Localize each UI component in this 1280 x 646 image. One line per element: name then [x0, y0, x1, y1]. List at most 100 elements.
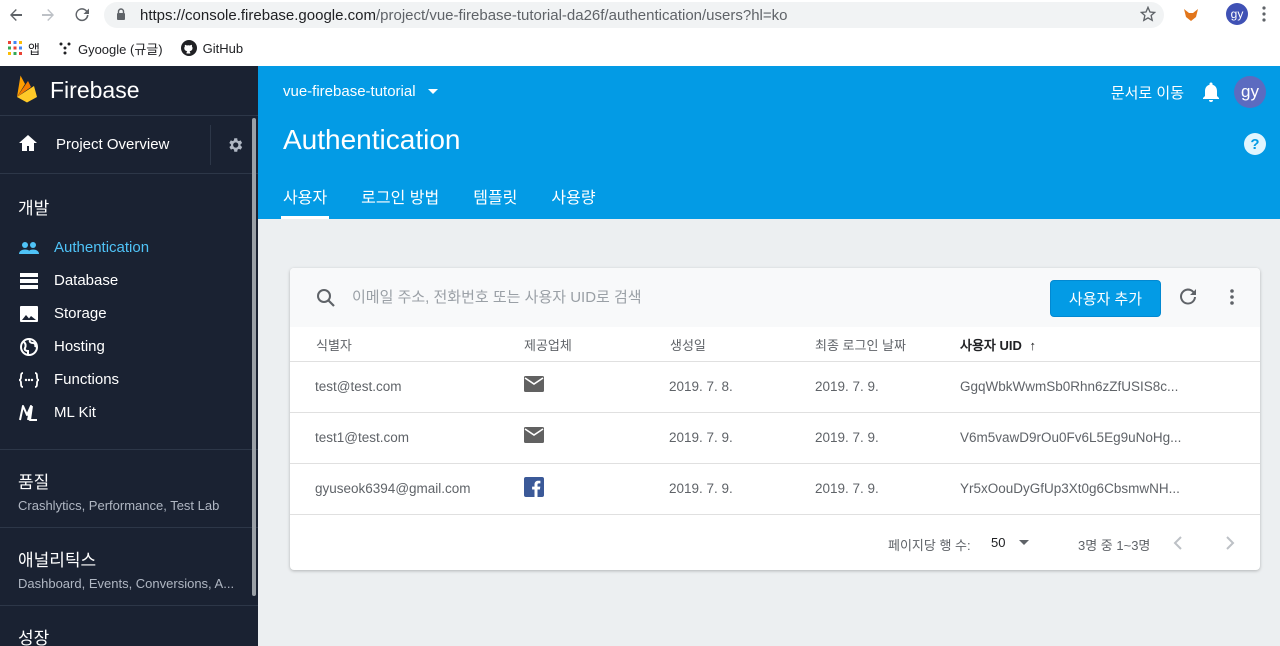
- notifications-bell-icon[interactable]: [1202, 82, 1220, 102]
- column-created[interactable]: 생성일: [670, 335, 706, 354]
- project-selector[interactable]: vue-firebase-tutorial: [283, 83, 438, 100]
- globe-icon: [18, 337, 40, 356]
- sort-arrow-up-icon: ↑: [1029, 337, 1037, 353]
- project-overview-label: Project Overview: [56, 136, 170, 153]
- group-subtitle: Dashboard, Events, Conversions, A...: [18, 576, 235, 591]
- user-last-login: 2019. 7. 9.: [815, 379, 879, 394]
- user-identifier: test@test.com: [315, 379, 402, 394]
- header-actions: 문서로 이동 gy: [1111, 76, 1266, 108]
- user-uid: Yr5xOouDyGfUp3Xt0g6CbsmwNH...: [960, 481, 1180, 496]
- account-avatar[interactable]: gy: [1234, 76, 1266, 108]
- table-row[interactable]: test@test.com 2019. 7. 8. 2019. 7. 9. Gg…: [290, 362, 1260, 413]
- tab-templates[interactable]: 템플릿: [473, 184, 517, 219]
- firebase-brand[interactable]: Firebase: [0, 66, 258, 116]
- help-icon[interactable]: ?: [1244, 133, 1266, 155]
- column-user-uid[interactable]: 사용자 UID ↑: [960, 335, 1036, 354]
- tab-usage[interactable]: 사용량: [551, 184, 595, 219]
- group-title: 품질: [18, 473, 50, 492]
- refresh-icon[interactable]: [1178, 287, 1198, 312]
- table-row[interactable]: gyuseok6394@gmail.com 2019. 7. 9. 2019. …: [290, 464, 1260, 515]
- bookmark-label: GitHub: [202, 40, 244, 56]
- column-last-login[interactable]: 최종 로그인 날짜: [815, 335, 906, 354]
- group-title: 성장: [18, 629, 50, 646]
- sidebar-item-label: Database: [54, 272, 119, 289]
- sidebar-scrollbar[interactable]: [252, 118, 256, 596]
- settings-gear-icon[interactable]: [210, 124, 258, 165]
- forward-icon[interactable]: [36, 3, 60, 27]
- bookmark-gyoogle[interactable]: Gyoogle (규글): [58, 39, 163, 58]
- more-vert-icon[interactable]: [1222, 287, 1242, 312]
- docs-link[interactable]: 문서로 이동: [1111, 82, 1184, 103]
- sidebar-item-authentication[interactable]: Authentication: [0, 231, 258, 264]
- bookmark-github[interactable]: GitHub: [180, 40, 244, 56]
- section-develop: 개발: [18, 199, 50, 218]
- column-identifier[interactable]: 식별자: [316, 335, 352, 354]
- apps-grid-icon: [8, 41, 22, 55]
- brand-name: Firebase: [50, 77, 140, 103]
- project-overview[interactable]: Project Overview: [0, 116, 258, 174]
- reload-icon[interactable]: [70, 3, 94, 27]
- back-icon[interactable]: [4, 3, 28, 27]
- group-subtitle: Crashlytics, Performance, Test Lab: [18, 498, 220, 513]
- user-last-login: 2019. 7. 9.: [815, 430, 879, 445]
- search-icon: [316, 288, 336, 313]
- facebook-provider-icon: [524, 477, 544, 500]
- functions-icon: [18, 371, 40, 388]
- bookmark-apps[interactable]: 앱: [8, 39, 40, 58]
- table-row[interactable]: test1@test.com 2019. 7. 9. 2019. 7. 9. V…: [290, 413, 1260, 464]
- user-last-login: 2019. 7. 9.: [815, 481, 879, 496]
- sidebar-item-hosting[interactable]: Hosting: [0, 330, 258, 363]
- url-host: https://console.firebase.google.com: [140, 6, 376, 24]
- email-provider-icon: [524, 376, 544, 395]
- sidebar-item-database[interactable]: Database: [0, 264, 258, 297]
- group-title: 애널리틱스: [18, 551, 97, 570]
- browser-menu-icon[interactable]: [1262, 6, 1266, 27]
- chevron-right-icon[interactable]: [1224, 533, 1236, 556]
- sidebar-group-grow[interactable]: 성장: [0, 605, 258, 646]
- chevron-left-icon[interactable]: [1172, 533, 1184, 556]
- ml-kit-icon: [18, 404, 40, 421]
- sidebar-item-functions[interactable]: Functions: [0, 363, 258, 396]
- rows-per-page-value: 50: [991, 535, 1006, 550]
- bookmark-label: 앱: [28, 41, 40, 57]
- bookmark-star-icon[interactable]: [1139, 5, 1157, 27]
- extension-fox-icon[interactable]: [1183, 7, 1199, 28]
- user-uid: GgqWbkWwmSb0Rhn6zZfUSIS8c...: [960, 379, 1179, 394]
- column-user-uid-label: 사용자 UID: [960, 337, 1022, 353]
- table-pagination: 페이지당 행 수: 50 3명 중 1~3명: [290, 523, 1260, 570]
- user-uid: V6m5vawD9rOu0Fv6L5Eg9uNoHg...: [960, 430, 1182, 445]
- firebase-logo-icon: [16, 73, 38, 108]
- chevron-down-icon: [427, 89, 438, 94]
- sidebar: Firebase Project Overview 개발 Authenticat…: [0, 66, 258, 646]
- pagination-range: 3명 중 1~3명: [1078, 538, 1151, 553]
- users-toolbar: 사용자 추가: [290, 268, 1260, 327]
- table-header: 식별자 제공업체 생성일 최종 로그인 날짜 사용자 UID ↑: [290, 327, 1260, 362]
- rows-per-page-select[interactable]: 50: [991, 535, 1030, 550]
- sidebar-group-quality[interactable]: 품질 Crashlytics, Performance, Test Lab: [0, 449, 258, 527]
- sidebar-item-storage[interactable]: Storage: [0, 297, 258, 330]
- auth-tabs: 사용자 로그인 방법 템플릿 사용량: [280, 184, 630, 219]
- tab-users[interactable]: 사용자: [280, 184, 330, 219]
- chevron-down-icon: [1019, 540, 1030, 545]
- user-identifier: gyuseok6394@gmail.com: [315, 481, 471, 496]
- column-provider[interactable]: 제공업체: [524, 335, 572, 354]
- rows-per-page-label: 페이지당 행 수:: [888, 538, 971, 553]
- add-user-button[interactable]: 사용자 추가: [1050, 280, 1161, 317]
- tab-sign-in-method[interactable]: 로그인 방법: [361, 184, 439, 219]
- address-bar[interactable]: https://console.firebase.google.com/proj…: [104, 2, 1164, 28]
- sidebar-item-ml-kit[interactable]: ML Kit: [0, 396, 258, 429]
- page-title: Authentication: [283, 124, 461, 155]
- search-input[interactable]: [352, 284, 952, 310]
- user-created: 2019. 7. 9.: [669, 430, 733, 445]
- develop-items: Authentication Database Storage Hosting …: [0, 219, 258, 429]
- sidebar-item-label: Functions: [54, 371, 120, 388]
- sidebar-item-label: Authentication: [54, 239, 150, 256]
- project-name: vue-firebase-tutorial: [283, 83, 416, 100]
- github-icon: [180, 40, 197, 56]
- page-header: vue-firebase-tutorial 문서로 이동 gy Authenti…: [258, 66, 1280, 219]
- blog-icon: [58, 41, 72, 55]
- profile-avatar[interactable]: gy: [1226, 3, 1248, 25]
- database-icon: [18, 272, 40, 289]
- user-identifier: test1@test.com: [315, 430, 409, 445]
- sidebar-group-analytics[interactable]: 애널리틱스 Dashboard, Events, Conversions, A.…: [0, 527, 258, 605]
